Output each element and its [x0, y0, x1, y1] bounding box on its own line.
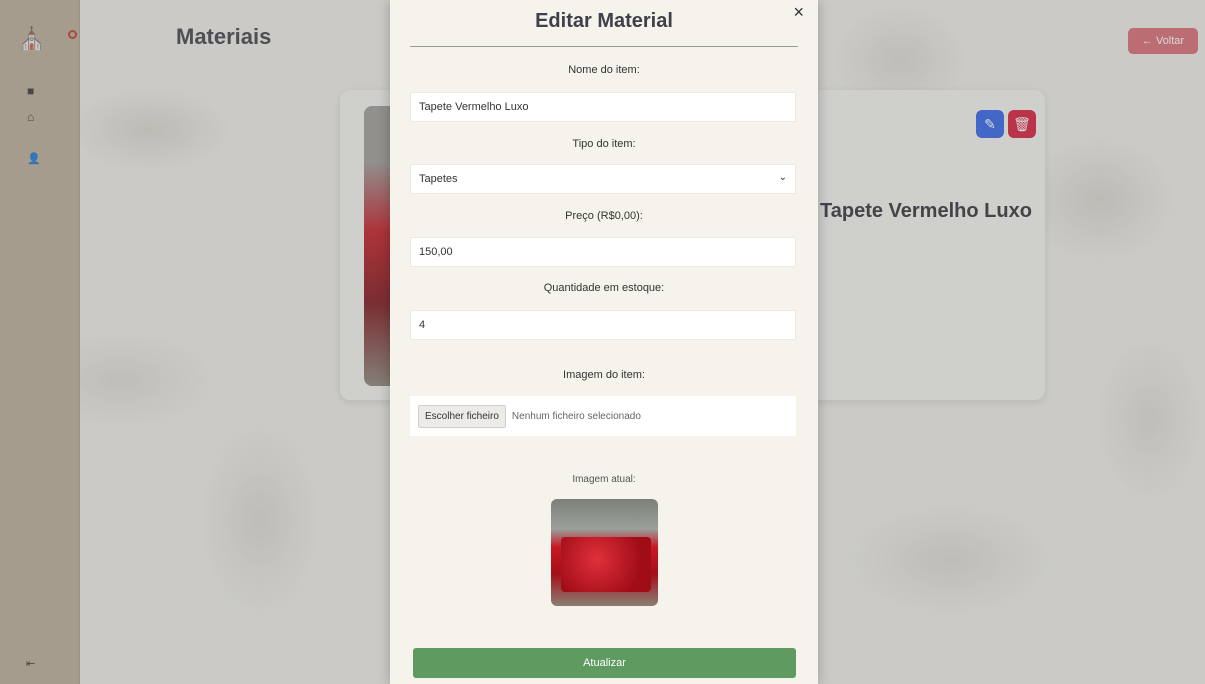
- quantity-label: Quantidade em estoque:: [543, 282, 665, 294]
- type-label: Tipo do item:: [572, 138, 636, 150]
- modal-title: Editar Material: [535, 10, 673, 32]
- name-label: Nome do item:: [568, 64, 640, 76]
- name-input[interactable]: Tapete Vermelho Luxo: [410, 92, 796, 122]
- close-icon[interactable]: ×: [793, 2, 804, 23]
- divider: [410, 46, 798, 47]
- image-label: Imagem do item:: [563, 369, 645, 381]
- choose-file-button[interactable]: Escolher ficheiro: [418, 404, 506, 428]
- update-button[interactable]: Atualizar: [413, 648, 796, 678]
- price-label: Preço (R$0,00):: [565, 210, 643, 222]
- edit-material-modal: Editar Material × Nome do item: Tapete V…: [390, 0, 818, 684]
- quantity-input[interactable]: 4: [410, 310, 796, 340]
- current-image-label: Imagem atual:: [572, 474, 636, 485]
- rug-image: [561, 537, 651, 592]
- file-status: Nenhum ficheiro selecionado: [511, 410, 641, 422]
- current-image: [551, 499, 658, 606]
- type-select[interactable]: Tapetes ⌄: [410, 164, 796, 194]
- chevron-down-icon: ⌄: [778, 172, 787, 183]
- price-input[interactable]: 150,00: [410, 237, 796, 267]
- type-select-value: Tapetes: [419, 173, 458, 185]
- file-input[interactable]: Escolher ficheiro Nenhum ficheiro seleci…: [410, 396, 796, 436]
